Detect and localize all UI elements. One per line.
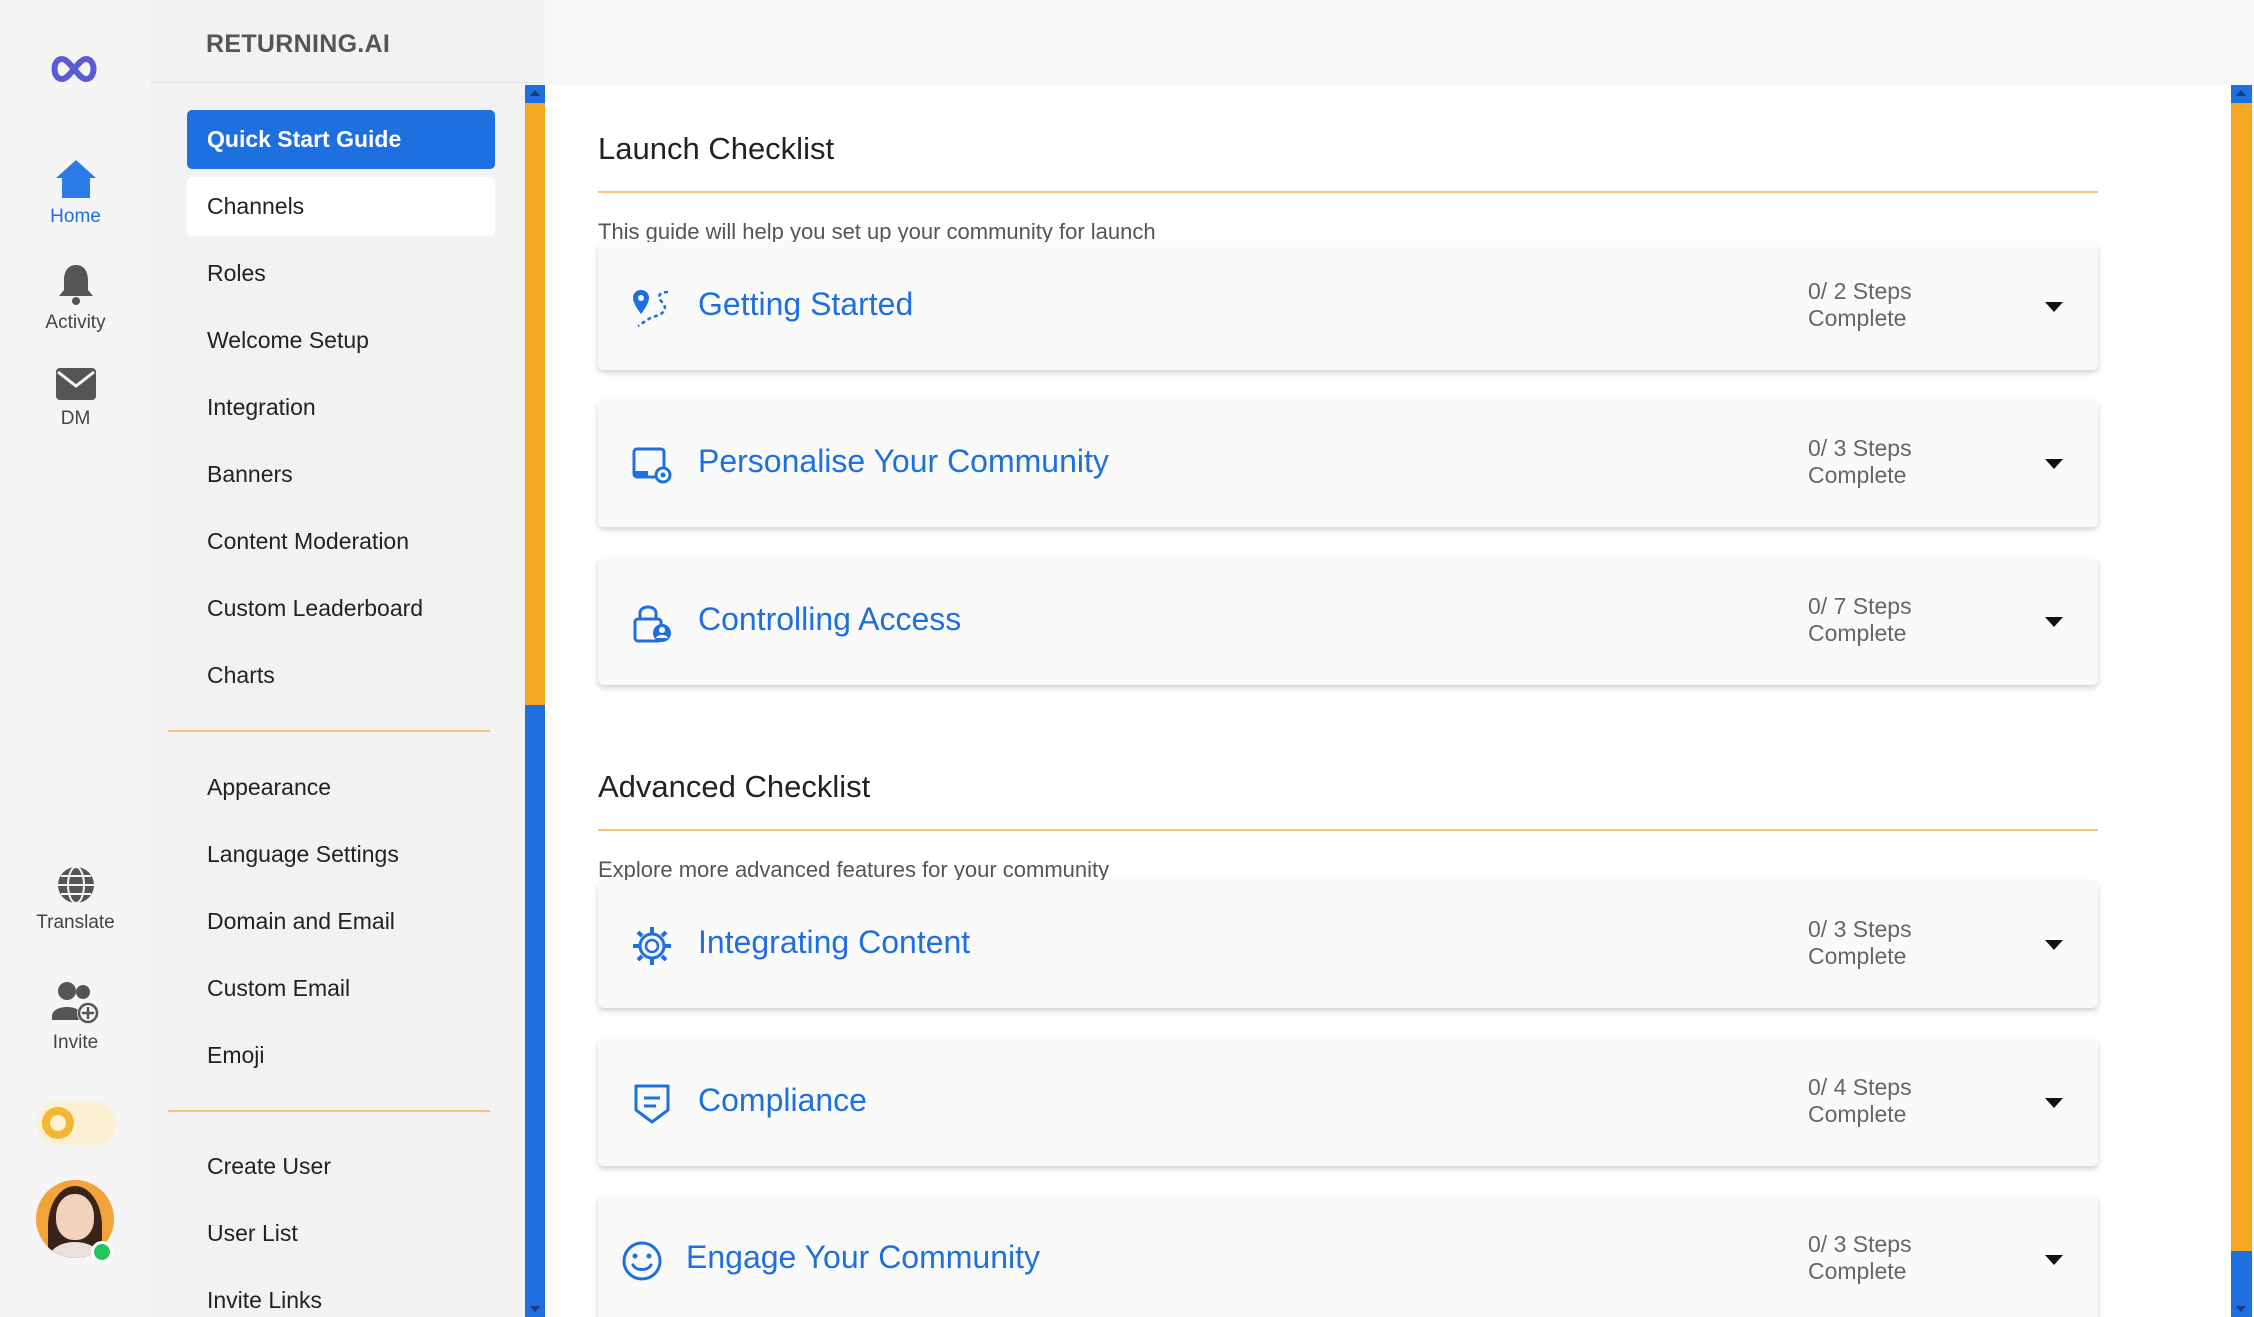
checklist-card-compliance[interactable]: Compliance 0/ 4 Steps Complete (598, 1038, 2098, 1166)
steps-complete-label: Complete (1808, 620, 1907, 646)
rail-dm-label: DM (60, 408, 91, 429)
rail-home-label: Home (50, 206, 101, 227)
rail-home[interactable]: Home (0, 158, 151, 228)
steps-count: 0/ 3 Steps (1808, 1231, 1912, 1257)
steps-complete-label: Complete (1808, 943, 1907, 969)
steps-complete-label: Complete (1808, 305, 1907, 331)
card-title: Getting Started (698, 286, 914, 322)
returning-ai-logo[interactable] (48, 54, 100, 84)
lock-user-icon (633, 605, 671, 643)
steps-count: 0/ 2 Steps (1808, 278, 1912, 304)
menu-item-banners[interactable]: Banners (187, 445, 495, 504)
checklist-card-integrating-content[interactable]: Integrating Content 0/ 3 Steps Complete (598, 880, 2098, 1008)
steps-count: 0/ 7 Steps (1808, 593, 1912, 619)
gear-sync-icon (633, 927, 671, 965)
card-steps: 0/ 3 Steps Complete (1808, 916, 1912, 970)
expand-caret-icon[interactable] (2045, 1098, 2063, 1108)
card-steps: 0/ 7 Steps Complete (1808, 593, 1912, 647)
card-title: Personalise Your Community (698, 443, 1109, 479)
advanced-checklist-section: Advanced Checklist Explore more advanced… (598, 769, 2098, 883)
add-user-icon (51, 982, 99, 1024)
menu-item-integration[interactable]: Integration (187, 378, 495, 437)
steps-count: 0/ 4 Steps (1808, 1074, 1912, 1100)
rail-invite[interactable]: Invite (0, 980, 151, 1054)
top-bar (545, 0, 2254, 85)
menu-item-roles[interactable]: Roles (187, 244, 495, 303)
menu-divider (168, 730, 490, 732)
smiley-icon (622, 1241, 662, 1281)
sidebar-scrollbar[interactable] (525, 85, 545, 1317)
scroll-up-arrow-icon[interactable] (530, 90, 540, 96)
card-steps: 0/ 2 Steps Complete (1808, 278, 1912, 332)
checklist-card-getting-started[interactable]: Getting Started 0/ 2 Steps Complete (598, 242, 2098, 370)
sun-icon (42, 1107, 74, 1139)
rail-translate[interactable]: Translate (0, 864, 151, 934)
rail-translate-label: Translate (36, 912, 115, 933)
home-icon (55, 160, 96, 198)
main-scrollbar[interactable] (2231, 85, 2252, 1317)
advanced-checklist-title: Advanced Checklist (598, 769, 871, 804)
menu-item-user-list[interactable]: User List (187, 1204, 495, 1263)
mail-icon (55, 368, 96, 400)
menu-group-setup: Quick Start Guide Channels Roles Welcome… (187, 110, 495, 713)
scroll-down-arrow-icon[interactable] (530, 1306, 540, 1312)
rail-invite-label: Invite (52, 1032, 99, 1053)
menu-item-quick-start-guide[interactable]: Quick Start Guide (187, 110, 495, 169)
main-content: Launch Checklist This guide will help yo… (545, 85, 2231, 1317)
steps-count: 0/ 3 Steps (1808, 916, 1912, 942)
menu-item-charts[interactable]: Charts (187, 646, 495, 705)
bell-icon (58, 265, 93, 305)
menu-item-content-moderation[interactable]: Content Moderation (187, 512, 495, 571)
scroll-up-arrow-icon[interactable] (2236, 90, 2246, 96)
card-steps: 0/ 3 Steps Complete (1808, 1231, 1912, 1285)
launch-checklist-title: Launch Checklist (598, 131, 835, 166)
expand-caret-icon[interactable] (2045, 940, 2063, 950)
menu-item-domain-and-email[interactable]: Domain and Email (187, 892, 495, 951)
steps-complete-label: Complete (1808, 462, 1907, 488)
expand-caret-icon[interactable] (2045, 617, 2063, 627)
card-steps: 0/ 4 Steps Complete (1808, 1074, 1912, 1128)
menu-item-custom-leaderboard[interactable]: Custom Leaderboard (187, 579, 495, 638)
card-title: Engage Your Community (686, 1239, 1040, 1275)
menu-item-create-user[interactable]: Create User (187, 1137, 495, 1196)
sidebar-scrollbar-thumb[interactable] (525, 103, 545, 705)
menu-divider (168, 1110, 490, 1112)
steps-count: 0/ 3 Steps (1808, 435, 1912, 461)
card-title: Integrating Content (698, 924, 971, 960)
checklist-card-controlling-access[interactable]: Controlling Access 0/ 7 Steps Complete (598, 557, 2098, 685)
card-title: Compliance (698, 1082, 867, 1118)
card-title: Controlling Access (698, 601, 962, 637)
menu-item-emoji[interactable]: Emoji (187, 1026, 495, 1085)
menu-item-invite-links[interactable]: Invite Links (187, 1271, 495, 1317)
menu-item-welcome-setup[interactable]: Welcome Setup (187, 311, 495, 370)
map-route-icon (633, 290, 669, 328)
theme-toggle[interactable] (36, 1101, 116, 1145)
menu-item-custom-email[interactable]: Custom Email (187, 959, 495, 1018)
menu-group-users: Create User User List Invite Links (187, 1137, 495, 1317)
card-steps: 0/ 3 Steps Complete (1808, 435, 1912, 489)
checklist-card-engage-community[interactable]: Engage Your Community 0/ 3 Steps Complet… (598, 1195, 2098, 1317)
checklist-card-personalise-community[interactable]: Personalise Your Community 0/ 3 Steps Co… (598, 399, 2098, 527)
main-scrollbar-thumb[interactable] (2231, 103, 2252, 1251)
shield-doc-icon (634, 1084, 670, 1124)
brand-name: RETURNING.AI (206, 30, 391, 58)
online-status-dot (91, 1241, 113, 1263)
menu-item-language-settings[interactable]: Language Settings (187, 825, 495, 884)
steps-complete-label: Complete (1808, 1101, 1907, 1127)
expand-caret-icon[interactable] (2045, 459, 2063, 469)
rail-activity[interactable]: Activity (0, 262, 151, 334)
steps-complete-label: Complete (1808, 1258, 1907, 1284)
rail-activity-label: Activity (45, 312, 106, 333)
scroll-down-arrow-icon[interactable] (2236, 1306, 2246, 1312)
globe-icon (57, 866, 94, 904)
menu-item-appearance[interactable]: Appearance (187, 758, 495, 817)
menu-group-appearance: Appearance Language Settings Domain and … (187, 758, 495, 1093)
rail-dm[interactable]: DM (0, 366, 151, 430)
launch-checklist-section: Launch Checklist This guide will help yo… (598, 131, 2098, 245)
expand-caret-icon[interactable] (2045, 1255, 2063, 1265)
left-rail: Home Activity DM Translate Invite (0, 0, 151, 1317)
screen-settings-icon (632, 447, 672, 484)
expand-caret-icon[interactable] (2045, 302, 2063, 312)
menu-item-channels[interactable]: Channels (187, 177, 495, 236)
